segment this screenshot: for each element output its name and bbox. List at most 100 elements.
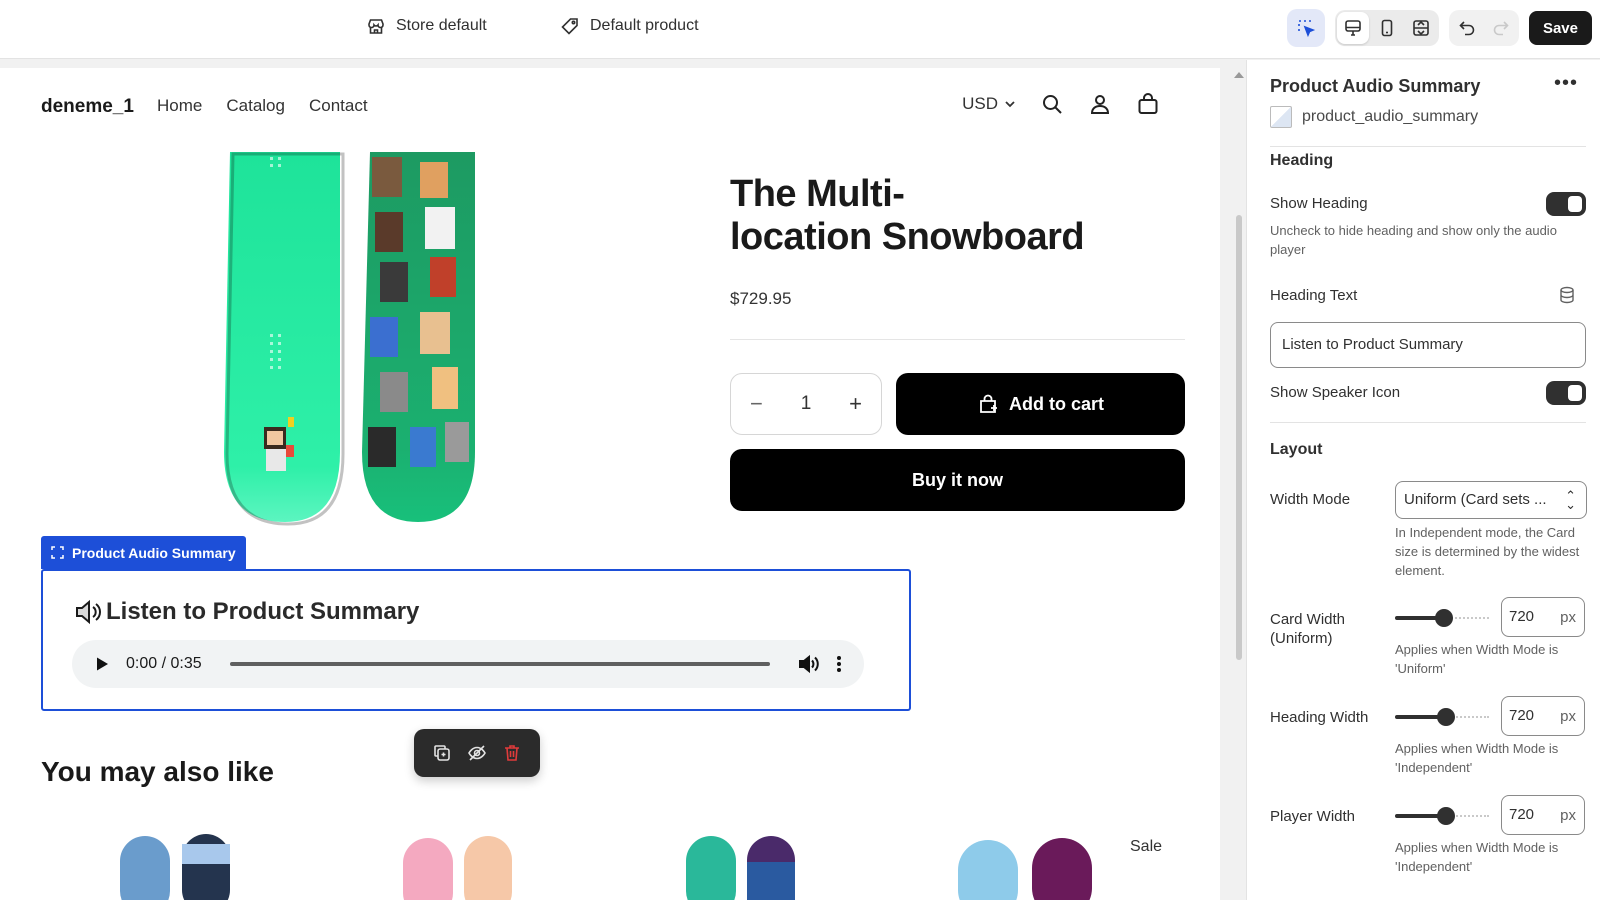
more-options-icon[interactable]: ••• xyxy=(1554,72,1578,95)
mobile-view-button[interactable] xyxy=(1371,12,1403,44)
search-icon[interactable] xyxy=(1040,92,1064,116)
show-heading-toggle[interactable] xyxy=(1546,192,1586,216)
show-speaker-toggle[interactable] xyxy=(1546,381,1586,405)
increase-quantity-button[interactable]: + xyxy=(849,391,862,417)
expand-icon xyxy=(1413,20,1429,36)
panel-title: Product Audio Summary xyxy=(1270,76,1481,96)
product-context-selector[interactable]: Default product xyxy=(560,14,699,38)
slider-knob[interactable] xyxy=(1435,609,1453,627)
account-icon[interactable] xyxy=(1088,92,1112,116)
audio-progress-track[interactable] xyxy=(229,662,770,666)
heading-section-title: Heading xyxy=(1270,152,1334,169)
divider xyxy=(730,339,1185,340)
width-mode-value: Uniform (Card sets ... xyxy=(1404,491,1547,508)
recommendation-thumbnails[interactable] xyxy=(0,834,1220,900)
player-width-help: Applies when Width Mode is 'Independent' xyxy=(1395,840,1559,874)
product-title-line-1: The Multi- xyxy=(730,173,905,215)
slider-knob[interactable] xyxy=(1437,807,1455,825)
heading-text-label: Heading Text xyxy=(1270,287,1358,304)
block-identifier: product_audio_summary xyxy=(1270,106,1478,128)
fullwidth-view-button[interactable] xyxy=(1405,12,1437,44)
selected-block-tag[interactable]: Product Audio Summary xyxy=(41,536,246,569)
card-width-value: 720 xyxy=(1509,608,1535,625)
heading-text-input[interactable]: Listen to Product Summary xyxy=(1270,322,1586,368)
width-mode-help: In Independent mode, the Card size is de… xyxy=(1395,525,1580,578)
cart-bag-icon[interactable] xyxy=(1136,92,1160,116)
speaker-icon xyxy=(76,599,101,625)
slider-knob[interactable] xyxy=(1437,708,1455,726)
nav-contact[interactable]: Contact xyxy=(309,96,368,116)
canvas-scrollbar[interactable] xyxy=(1222,68,1234,900)
width-mode-select[interactable]: Uniform (Card sets ... ⌃ ⌄ xyxy=(1395,481,1587,519)
nav-home[interactable]: Home xyxy=(157,96,202,116)
broken-image-icon xyxy=(1270,106,1292,128)
player-width-input[interactable]: 720 px xyxy=(1501,795,1585,835)
heading-width-slider[interactable] xyxy=(1395,707,1491,727)
decrease-quantity-button[interactable]: − xyxy=(750,391,763,417)
quantity-stepper: − 1 + xyxy=(730,373,882,435)
tag-icon xyxy=(561,18,578,35)
duplicate-icon[interactable] xyxy=(432,743,452,763)
canvas-scroll-thumb[interactable] xyxy=(1236,215,1242,660)
quantity-value[interactable]: 1 xyxy=(801,393,812,415)
heading-width-label: Heading Width xyxy=(1270,709,1369,726)
audio-heading-text: Listen to Product Summary xyxy=(106,598,420,625)
scroll-up-arrow-icon[interactable] xyxy=(1234,72,1244,78)
add-to-cart-button[interactable]: Add to cart xyxy=(896,373,1185,435)
player-width-value: 720 xyxy=(1509,806,1535,823)
undo-button[interactable] xyxy=(1451,12,1483,44)
card-width-slider[interactable] xyxy=(1395,608,1491,628)
select-cursor-icon xyxy=(1298,20,1316,38)
save-button[interactable]: Save xyxy=(1528,11,1592,45)
product-info: The Multi- location Snowboard $729.95 − … xyxy=(730,173,1185,511)
cart-add-icon xyxy=(980,394,997,413)
desktop-icon xyxy=(1345,20,1361,36)
selected-block-label: Product Audio Summary xyxy=(72,544,236,561)
desktop-view-button[interactable] xyxy=(1336,12,1369,44)
card-width-label-line-1: Card Width xyxy=(1270,611,1346,628)
buy-now-button[interactable]: Buy it now xyxy=(730,449,1185,511)
database-icon[interactable] xyxy=(1558,286,1576,304)
add-to-cart-label: Add to cart xyxy=(1008,393,1104,414)
section-divider xyxy=(1270,422,1586,423)
block-id-label: product_audio_summary xyxy=(1302,108,1479,125)
play-icon[interactable] xyxy=(94,656,110,672)
nav-catalog[interactable]: Catalog xyxy=(226,96,285,116)
inspector-tool-button[interactable] xyxy=(1286,9,1325,47)
delete-icon[interactable] xyxy=(502,743,522,763)
product-image xyxy=(224,152,475,526)
card-width-help: Applies when Width Mode is 'Uniform' xyxy=(1395,642,1559,676)
unit-label: px xyxy=(1560,609,1576,626)
audio-time: 0:00 / 0:35 xyxy=(126,655,202,672)
sale-badge: Sale xyxy=(1130,838,1163,855)
card-width-input[interactable]: 720 px xyxy=(1501,597,1585,637)
store-header: deneme_1 Home Catalog Contact USD xyxy=(0,68,1220,152)
audio-player: 0:00 / 0:35 xyxy=(72,640,864,688)
card-width-label-line-2: (Uniform) xyxy=(1270,630,1333,647)
recommendation-card-4 xyxy=(958,838,1092,900)
volume-icon[interactable] xyxy=(798,654,820,674)
layout-section-title: Layout xyxy=(1270,441,1323,458)
recommendation-card-1 xyxy=(120,834,230,900)
heading-width-input[interactable]: 720 px xyxy=(1501,696,1585,736)
store-icon xyxy=(368,19,384,34)
card-width-label: Card Width (Uniform) xyxy=(1270,610,1345,648)
width-mode-label: Width Mode xyxy=(1270,491,1351,508)
player-width-slider[interactable] xyxy=(1395,806,1491,826)
settings-panel: Product Audio Summary ••• product_audio_… xyxy=(1246,60,1600,900)
section-divider xyxy=(1270,146,1586,147)
redo-button[interactable] xyxy=(1485,12,1517,44)
product-context-label: Default product xyxy=(590,17,699,34)
currency-selector[interactable]: USD xyxy=(962,94,1016,114)
preview-canvas: deneme_1 Home Catalog Contact USD The Mu… xyxy=(0,68,1220,900)
store-context-label: Store default xyxy=(396,17,487,34)
store-brand[interactable]: deneme_1 xyxy=(41,96,134,118)
product-gallery[interactable] xyxy=(220,152,490,602)
recommendation-card-3 xyxy=(686,836,795,900)
undo-icon xyxy=(1459,21,1475,36)
audio-summary-block[interactable]: Listen to Product Summary 0:00 / 0:35 xyxy=(41,569,911,711)
more-vertical-icon[interactable] xyxy=(836,654,842,674)
hide-icon[interactable] xyxy=(467,743,487,763)
product-price: $729.95 xyxy=(730,289,792,308)
store-context-selector[interactable]: Store default xyxy=(366,14,487,38)
